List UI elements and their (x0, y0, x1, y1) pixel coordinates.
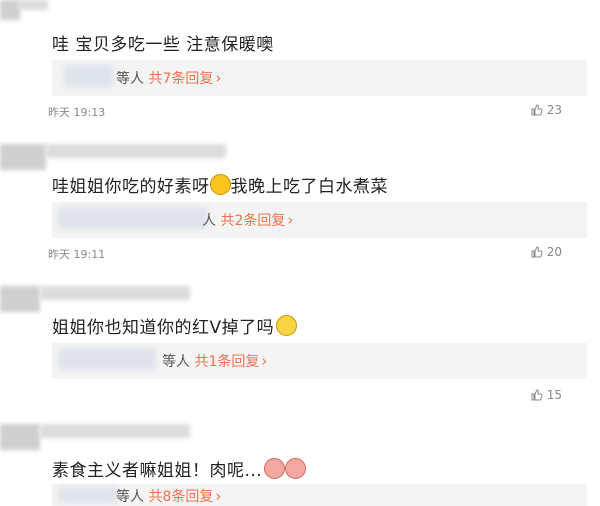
reply-summary[interactable]: 等人 共8条回复 › (52, 484, 587, 506)
reply-summary-text[interactable]: 等人 共1条回复 › (162, 351, 267, 371)
like-button[interactable]: 15 (531, 388, 562, 402)
reply-summary-text[interactable]: 人 共2条回复 › (202, 210, 293, 230)
comment-text: 素食主义者嘛姐姐！肉呢... (52, 456, 307, 481)
comment-text: 哇 宝贝多吃一些 注意保暖噢 (52, 35, 274, 55)
comment-text-part-1: 哇姐姐你吃的好素呀 (52, 177, 210, 197)
reply-prefix: 人 (202, 213, 216, 229)
avatar[interactable] (0, 424, 40, 450)
like-button[interactable]: 20 (531, 245, 562, 259)
username[interactable] (46, 144, 226, 158)
like-count: 23 (546, 103, 562, 117)
comment-text: 姐姐你也知道你的红V掉了吗 (52, 313, 298, 338)
comment-text-content: 姐姐你也知道你的红V掉了吗 (52, 318, 275, 338)
reply-summary-text[interactable]: 等人 共7条回复 › (116, 68, 221, 88)
like-button[interactable]: 23 (531, 103, 562, 117)
chevron-right-icon[interactable]: › (215, 487, 221, 505)
comment-text: 哇姐姐你吃的好素呀 我晚上吃了白水煮菜 (52, 172, 388, 197)
reply-avatars (58, 487, 118, 503)
username[interactable] (18, 0, 48, 10)
timestamp: 昨天 19:13 (48, 106, 106, 119)
reply-prefix: 等人 (116, 71, 144, 87)
comment-1: 哇 宝贝多吃一些 注意保暖噢 等人 共7条回复 › 昨天 19:13 23 (0, 0, 600, 125)
username[interactable] (40, 424, 190, 438)
reply-prefix: 等人 (116, 489, 144, 505)
avatar[interactable] (0, 144, 46, 170)
chevron-right-icon[interactable]: › (287, 211, 293, 229)
reply-count[interactable]: 共7条回复 (148, 71, 213, 87)
reply-summary-text[interactable]: 等人 共8条回复 › (116, 486, 221, 506)
reply-count[interactable]: 共1条回复 (194, 354, 259, 370)
laughing-tears-emoji-icon (209, 174, 231, 195)
like-count: 15 (546, 388, 562, 402)
reply-avatars (58, 348, 156, 370)
comment-text-content: 素食主义者嘛姐姐！肉呢... (52, 461, 263, 481)
comment-text-part-2: 我晚上吃了白水煮菜 (230, 177, 388, 197)
reply-avatars (64, 65, 114, 87)
avatar[interactable] (0, 286, 40, 312)
avatar[interactable] (0, 0, 20, 20)
reply-prefix: 等人 (162, 354, 190, 370)
thumbs-up-icon[interactable] (531, 104, 543, 116)
reply-summary[interactable]: 等人 共7条回复 › (52, 60, 587, 96)
chevron-right-icon[interactable]: › (215, 69, 221, 87)
like-count: 20 (546, 245, 562, 259)
chevron-right-icon[interactable]: › (261, 352, 267, 370)
reply-summary[interactable]: 等人 共1条回复 › (52, 343, 587, 379)
thumbs-up-icon[interactable] (531, 246, 543, 258)
pig-face-emoji-icon (285, 458, 307, 479)
timestamp: 昨天 19:11 (48, 248, 106, 261)
comment-3: 姐姐你也知道你的红V掉了吗 等人 共1条回复 › 15 (0, 282, 600, 407)
username[interactable] (40, 286, 190, 300)
comment-2: 哇姐姐你吃的好素呀 我晚上吃了白水煮菜 人 共2条回复 › 昨天 19:11 20 (0, 140, 600, 265)
reply-summary[interactable]: 人 共2条回复 › (52, 202, 587, 238)
wink-emoji-icon (276, 315, 298, 336)
reply-count[interactable]: 共2条回复 (220, 213, 285, 229)
reply-avatars (58, 207, 208, 229)
comment-4: 素食主义者嘛姐姐！肉呢... 等人 共8条回复 › (0, 420, 600, 506)
reply-count[interactable]: 共8条回复 (148, 489, 213, 505)
pig-face-emoji-icon (264, 458, 286, 479)
thumbs-up-icon[interactable] (531, 389, 543, 401)
